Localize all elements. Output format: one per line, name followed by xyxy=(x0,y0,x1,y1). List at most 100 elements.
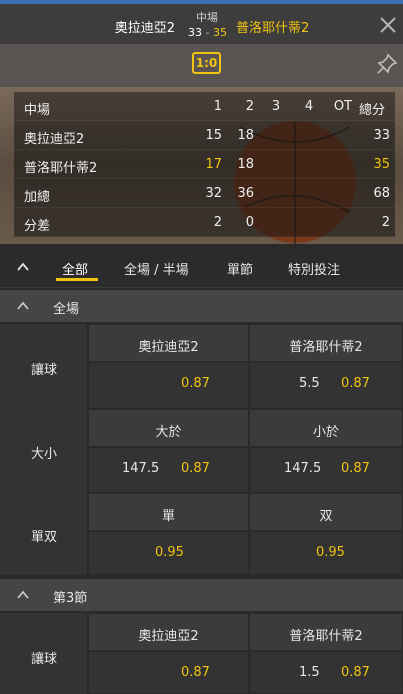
row-q2: 36 xyxy=(237,186,254,201)
outcome-name: 小於 xyxy=(312,425,339,440)
odds-value: 0.95 xyxy=(316,545,345,560)
market-odd-even: 單双 單 双 0.95 0.95 xyxy=(0,493,403,575)
market-label-text: 讓球 xyxy=(30,363,57,378)
handicap-value: 5.5 xyxy=(299,376,320,391)
outcome-header-left: 奧拉迪亞2 xyxy=(88,613,249,651)
chevron-up-icon[interactable] xyxy=(16,260,30,274)
score-row-diff: 分差 2 0 2 xyxy=(14,208,395,237)
chevron-up-icon xyxy=(17,590,29,599)
outcome-header-left: 大於 xyxy=(88,409,249,447)
header-total: 總分 xyxy=(358,103,385,118)
scoreboard-panel: 中場 1 2 3 4 OT 總分 奧拉迪亞2 15 18 33 普洛耶什蒂2 1… xyxy=(0,87,403,244)
market-label-text: 大小 xyxy=(30,447,57,462)
row-name: 加總 xyxy=(24,190,51,205)
outcome-header-right: 普洛耶什蒂2 xyxy=(249,324,403,362)
odds-value: 0.87 xyxy=(341,461,370,476)
match-stage: 中場 xyxy=(196,11,218,24)
header-q1: 1 xyxy=(213,99,222,114)
pin-icon[interactable] xyxy=(375,52,399,76)
market-handicap: 讓球 奧拉迪亞2 普洛耶什蒂2 0.87 5.5 0.87 xyxy=(0,324,403,409)
header-q4: 4 xyxy=(304,99,314,114)
away-score: 35 xyxy=(212,26,227,39)
odds-value: 0.87 xyxy=(181,665,210,680)
header-q2: 2 xyxy=(245,99,254,114)
outcome-header-right: 普洛耶什蒂2 xyxy=(249,613,403,651)
row-q1: 15 xyxy=(205,128,222,143)
outcome-header-left: 奧拉迪亞2 xyxy=(88,324,249,362)
score-row-home: 奧拉迪亞2 15 18 33 xyxy=(14,121,395,150)
tab-all[interactable]: 全部 xyxy=(62,259,88,278)
odds-value: 0.87 xyxy=(341,376,370,391)
current-score: 33 - 35 xyxy=(185,26,230,39)
score-row-sum: 加總 32 36 68 xyxy=(14,179,395,208)
row-q1: 2 xyxy=(213,215,222,230)
header-stage: 中場 xyxy=(24,103,51,118)
market-label-text: 單双 xyxy=(30,530,57,545)
row-total: 68 xyxy=(373,186,390,201)
section-header-full-game[interactable]: 全場 xyxy=(0,290,403,322)
odds-button-right[interactable]: 1.5 0.87 xyxy=(249,651,403,694)
row-total: 35 xyxy=(373,157,390,172)
odds-value: 0.87 xyxy=(341,665,370,680)
status-badge: 1:0 xyxy=(192,52,221,74)
home-score: 33 xyxy=(188,26,203,39)
outcome-name: 奧拉迪亞2 xyxy=(138,629,199,644)
row-q1: 32 xyxy=(205,186,222,201)
chevron-up-icon xyxy=(17,301,29,310)
market-over-under: 大小 大於 小於 147.5 0.87 147.5 0.87 xyxy=(0,409,403,493)
outcome-name: 單 xyxy=(161,509,175,524)
row-total: 2 xyxy=(381,215,390,230)
away-team-name: 普洛耶什蒂2 xyxy=(236,21,310,36)
row-name: 分差 xyxy=(24,219,51,234)
match-header: 奧拉迪亞2 中場 33 - 35 普洛耶什蒂2 xyxy=(0,0,403,44)
score-table-header: 中場 1 2 3 4 OT 總分 xyxy=(14,92,395,121)
row-q2: 0 xyxy=(245,215,254,230)
handicap-value: 1.5 xyxy=(299,665,320,680)
market-label: 單双 xyxy=(0,493,88,575)
odds-button-left[interactable]: 147.5 0.87 xyxy=(88,447,249,493)
odds-value: 0.87 xyxy=(181,461,210,476)
market-label: 讓球 xyxy=(0,324,88,409)
handicap-value: 147.5 xyxy=(284,461,322,476)
row-q1: 17 xyxy=(205,157,222,172)
match-detail-screen: 奧拉迪亞2 中場 33 - 35 普洛耶什蒂2 1:0 中場 1 2 3 4 O… xyxy=(0,0,403,694)
odds-button-left[interactable]: 0.95 xyxy=(88,531,249,575)
active-tab-indicator xyxy=(56,278,98,281)
score-row-away: 普洛耶什蒂2 17 18 35 xyxy=(14,150,395,179)
market-handicap-q3: 讓球 奧拉迪亞2 普洛耶什蒂2 0.87 1.5 0.87 xyxy=(0,613,403,694)
outcome-name: 双 xyxy=(319,509,333,524)
outcome-header-left: 單 xyxy=(88,493,249,531)
row-total: 33 xyxy=(373,128,390,143)
tab-special[interactable]: 特別投注 xyxy=(288,259,340,278)
section-title: 第3節 xyxy=(53,591,88,606)
row-name: 奧拉迪亞2 xyxy=(24,132,85,147)
row-q2: 18 xyxy=(237,128,254,143)
tab-full-half[interactable]: 全場 / 半場 xyxy=(124,259,189,278)
bet-type-tabs: 全部 全場 / 半場 單節 特別投注 xyxy=(0,248,403,288)
row-name: 普洛耶什蒂2 xyxy=(24,161,98,176)
outcome-name: 普洛耶什蒂2 xyxy=(289,340,363,355)
market-label: 讓球 xyxy=(0,613,88,694)
score-table: 中場 1 2 3 4 OT 總分 奧拉迪亞2 15 18 33 普洛耶什蒂2 1… xyxy=(14,92,395,237)
section-header-quarter-3[interactable]: 第3節 xyxy=(0,579,403,611)
odds-button-right[interactable]: 147.5 0.87 xyxy=(249,447,403,493)
header-q3: 3 xyxy=(271,99,281,114)
close-icon[interactable] xyxy=(379,16,397,34)
market-label: 大小 xyxy=(0,409,88,493)
odds-button-right[interactable]: 5.5 0.87 xyxy=(249,362,403,409)
home-team-name: 奧拉迪亞2 xyxy=(114,21,175,36)
odds-button-right[interactable]: 0.95 xyxy=(249,531,403,575)
outcome-header-right: 小於 xyxy=(249,409,403,447)
odds-button-left[interactable]: 0.87 xyxy=(88,651,249,694)
odds-button-left[interactable]: 0.87 xyxy=(88,362,249,409)
odds-value: 0.87 xyxy=(181,376,210,391)
outcome-header-right: 双 xyxy=(249,493,403,531)
handicap-value: 147.5 xyxy=(122,461,160,476)
row-q2: 18 xyxy=(237,157,254,172)
section-title: 全場 xyxy=(53,302,80,317)
outcome-name: 大於 xyxy=(155,425,182,440)
score-separator: - xyxy=(202,26,213,39)
market-label-text: 讓球 xyxy=(30,652,57,667)
tab-quarter[interactable]: 單節 xyxy=(227,259,253,278)
outcome-name: 普洛耶什蒂2 xyxy=(289,629,363,644)
